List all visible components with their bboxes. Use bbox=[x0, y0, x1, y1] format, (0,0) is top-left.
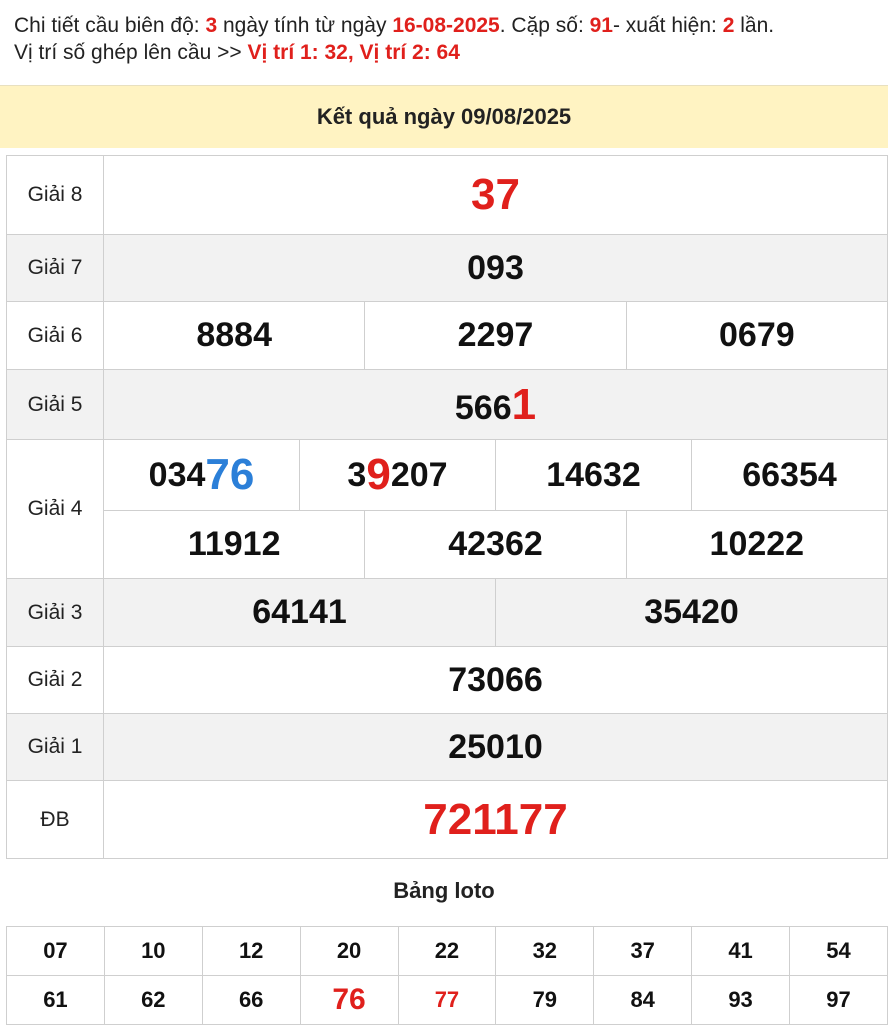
prize-label: Giải 2 bbox=[6, 646, 104, 714]
special-prize-value: 721177 bbox=[103, 780, 888, 859]
loto-number: 07 bbox=[6, 926, 105, 976]
loto-number: 66 bbox=[201, 975, 301, 1025]
prize-8-value: 37 bbox=[103, 155, 888, 235]
loto-row: 07 10 12 20 22 32 37 41 54 bbox=[6, 926, 888, 976]
prize-number: 66354 bbox=[691, 440, 887, 510]
prize-number: 64141 bbox=[252, 593, 347, 631]
loto-number: 79 bbox=[495, 975, 595, 1025]
prize-row-1: Giải 1 25010 bbox=[6, 713, 888, 781]
prize-row-special: ĐB 721177 bbox=[6, 780, 888, 859]
prize-number: 35420 bbox=[495, 579, 887, 646]
info-text: . Cặp số: bbox=[499, 14, 590, 37]
loto-row: 61 62 66 76 77 79 84 93 97 bbox=[6, 975, 888, 1025]
prize-2-value: 73066 bbox=[103, 646, 888, 714]
prize-number: 566 bbox=[454, 388, 512, 427]
number-part: 207 bbox=[390, 455, 448, 494]
prize-row-2: Giải 2 73066 bbox=[6, 646, 888, 714]
prize-label: Giải 5 bbox=[6, 369, 104, 440]
info-text: Vị trí số ghép lên cầu >> bbox=[14, 41, 248, 64]
prize-label: Giải 1 bbox=[6, 713, 104, 781]
prize-number: 37 bbox=[471, 170, 520, 219]
loto-number: 10 bbox=[103, 926, 203, 976]
prize-label: Giải 3 bbox=[6, 578, 104, 647]
prize-label: Giải 8 bbox=[6, 155, 104, 235]
prize-row-4b: 11912 42362 10222 bbox=[7, 510, 888, 579]
date-value: 16-08-2025 bbox=[392, 14, 500, 37]
loto-number: 12 bbox=[201, 926, 301, 976]
loto-number: 22 bbox=[397, 926, 497, 976]
prize-number: 2297 bbox=[364, 302, 625, 369]
loto-number: 20 bbox=[299, 926, 399, 976]
number-part: 3 bbox=[347, 455, 367, 494]
prize-7-value: 093 bbox=[103, 234, 888, 302]
prize-row-4a: Giải 4 034 76 3 9 207 14632 66354 bbox=[6, 439, 888, 579]
prize-1-value: 25010 bbox=[103, 713, 888, 781]
info-line-1: Chi tiết cầu biên độ: 3 ngày tính từ ngà… bbox=[14, 12, 874, 39]
prize-4-values-bottom: 11912 42362 10222 bbox=[103, 510, 888, 579]
info-text: Chi tiết cầu biên độ: bbox=[14, 14, 206, 37]
prize-number: 8884 bbox=[196, 316, 272, 354]
loto-number: 54 bbox=[789, 926, 888, 976]
info-text: lần. bbox=[734, 14, 775, 37]
prize-number: 10222 bbox=[625, 511, 887, 578]
prize-row-3: Giải 3 64141 35420 bbox=[6, 578, 888, 647]
results-table: Giải 8 37 Giải 7 093 Giải 6 8884 2297 06… bbox=[6, 155, 888, 859]
loto-number-highlight: 76 bbox=[299, 975, 399, 1025]
prize-5-value: 5661 bbox=[103, 369, 888, 440]
prize-number: 3 9 207 bbox=[299, 440, 495, 510]
info-line-2: Vị trí số ghép lên cầu >> Vị trí 1: 32, … bbox=[14, 39, 874, 66]
prize-row-6: Giải 6 8884 2297 0679 bbox=[6, 301, 888, 370]
loto-title: Bảng loto bbox=[393, 878, 495, 903]
prize-label: Giải 4 bbox=[6, 439, 104, 579]
result-date-banner: Kết quả ngày 09/08/2025 bbox=[0, 85, 888, 148]
prize-row-7: Giải 7 093 bbox=[6, 234, 888, 302]
highlight-digit: 1 bbox=[511, 379, 537, 429]
loto-number-highlight: 77 bbox=[397, 975, 497, 1025]
info-text: ngày tính từ ngày bbox=[217, 14, 393, 37]
prize-number: 14632 bbox=[495, 440, 691, 510]
prize-3-values: 64141 35420 bbox=[103, 578, 888, 647]
prize-row-8: Giải 8 37 bbox=[6, 155, 888, 235]
loto-number: 32 bbox=[495, 926, 595, 976]
prize-label: Giải 6 bbox=[6, 301, 104, 370]
pair-value: 91 bbox=[589, 14, 613, 37]
prize-4-values-top: 034 76 3 9 207 14632 66354 bbox=[103, 439, 888, 511]
loto-number: 37 bbox=[593, 926, 693, 976]
prize-label: Giải 7 bbox=[6, 234, 104, 302]
loto-number: 41 bbox=[691, 926, 790, 976]
position-value: Vị trí 1: 32, Vị trí 2: 64 bbox=[247, 41, 460, 64]
loto-number: 62 bbox=[103, 975, 203, 1025]
loto-number: 97 bbox=[789, 975, 888, 1025]
prize-number: 0679 bbox=[625, 302, 887, 369]
loto-number: 61 bbox=[6, 975, 105, 1025]
prize-label: ĐB bbox=[6, 780, 104, 859]
bridge-info: Chi tiết cầu biên độ: 3 ngày tính từ ngà… bbox=[0, 0, 888, 72]
loto-table: 07 10 12 20 22 32 37 41 54 61 62 66 76 7… bbox=[6, 926, 888, 1025]
prize-number: 42362 bbox=[364, 511, 625, 578]
loto-number: 84 bbox=[593, 975, 693, 1025]
highlight-digits: 76 bbox=[205, 450, 255, 499]
prize-6-values: 8884 2297 0679 bbox=[103, 301, 888, 370]
info-text: - xuất hiện: bbox=[612, 14, 723, 37]
highlight-digit: 9 bbox=[366, 450, 391, 499]
count-value: 2 bbox=[722, 14, 735, 37]
prize-row-5: Giải 5 5661 bbox=[6, 369, 888, 440]
number-part: 034 bbox=[148, 455, 206, 494]
prize-number: 721177 bbox=[423, 794, 568, 844]
days-value: 3 bbox=[205, 14, 218, 37]
prize-number: 034 76 bbox=[104, 440, 299, 510]
prize-number: 11912 bbox=[187, 525, 281, 563]
loto-number: 93 bbox=[691, 975, 790, 1025]
